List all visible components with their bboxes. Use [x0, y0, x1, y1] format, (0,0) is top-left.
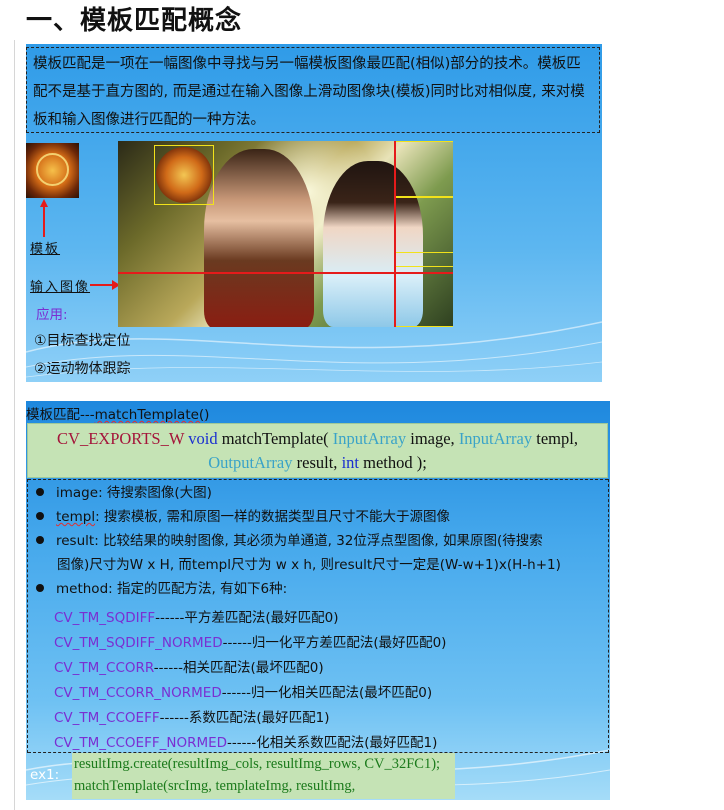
example-code: resultImg.create(resultImg_cols, resultI…: [72, 753, 455, 799]
method-item: CV_TM_SQDIFF------平方差匹配法(最好匹配0): [54, 606, 339, 626]
bullet-icon: [36, 512, 44, 520]
page-title: 一、模板匹配概念: [26, 6, 243, 36]
arrow-up-icon: [40, 199, 48, 237]
slide-title: 模板匹配---matchTemplate(): [26, 403, 209, 423]
scan-line-horizontal: [118, 272, 453, 274]
code-line: matchTemplate(srcImg, templateImg, resul…: [74, 778, 356, 794]
sig-type: InputArray: [458, 429, 533, 448]
method-item: CV_TM_CCORR------相关匹配法(最坏匹配0): [54, 656, 324, 676]
method-desc: ------平方差匹配法(最好匹配0): [155, 610, 339, 626]
method-desc: ------相关匹配法(最坏匹配0): [153, 660, 324, 676]
method-desc: ------归一化相关匹配法(最坏匹配0): [221, 685, 433, 701]
grid-box: [394, 141, 453, 197]
scene-figure-male: [204, 149, 314, 327]
application-heading: 应用:: [36, 307, 68, 323]
param-item: method: 指定的匹配方法, 有如下6种:: [36, 577, 287, 601]
param-name: templ: [56, 509, 96, 525]
match-box: [154, 145, 214, 205]
template-image: [26, 143, 79, 198]
slide-title-prefix: 模板匹配---: [26, 407, 95, 423]
input-image: [118, 141, 453, 327]
sig-type: OutputArray: [208, 453, 293, 472]
input-image-label: 输入图像: [30, 280, 91, 295]
method-item: CV_TM_CCOEFF------系数匹配法(最好匹配1): [54, 706, 329, 726]
bullet-icon: [36, 488, 44, 496]
method-item: CV_TM_SQDIFF_NORMED------归一化平方差匹配法(最好匹配0…: [54, 631, 446, 651]
concept-slide: 模板匹配是一项在一幅图像中寻找与另一幅模板图像最匹配(相似)部分的技术。模板匹配…: [26, 44, 602, 382]
method-name: CV_TM_SQDIFF: [54, 610, 156, 626]
grid-box: [394, 197, 453, 253]
code-line: resultImg.create(resultImg_cols, resultI…: [74, 756, 441, 772]
sig-exports: CV_EXPORTS_W: [57, 429, 185, 448]
bullet-icon: [36, 536, 44, 544]
grid-box: [394, 266, 453, 327]
sig-return-type: void: [188, 429, 218, 448]
param-desc-continued: 图像)尺寸为W x H, 而templ尺寸为 w x h, 则result尺寸一…: [57, 557, 561, 573]
method-item: CV_TM_CCORR_NORMED------归一化相关匹配法(最坏匹配0): [54, 681, 432, 701]
method-desc: ------归一化平方差匹配法(最好匹配0): [222, 635, 447, 651]
method-name: CV_TM_CCOEFF_NORMED: [54, 735, 228, 751]
sig-type: int: [341, 453, 359, 472]
example-label: ex1:: [30, 767, 60, 783]
scan-line-vertical: [394, 141, 396, 327]
sig-param: method );: [363, 453, 427, 472]
sig-type: InputArray: [332, 429, 407, 448]
method-name: CV_TM_CCOEFF: [54, 710, 160, 726]
method-item: CV_TM_CCOEFF_NORMED------化相关系数匹配法(最好匹配1): [54, 731, 437, 751]
intro-paragraph: 模板匹配是一项在一幅图像中寻找与另一幅模板图像最匹配(相似)部分的技术。模板匹配…: [26, 47, 600, 133]
param-item: templ: 搜索模板, 需和原图一样的数据类型且尺寸不能大于源图像: [36, 505, 450, 529]
sig-name: matchTemplate(: [221, 429, 329, 448]
param-item: image: 待搜索图像(大图): [36, 481, 212, 505]
parameter-list: image: 待搜索图像(大图) templ: 搜索模板, 需和原图一样的数据类…: [27, 479, 609, 753]
slide-title-function: matchTemplate(): [94, 407, 210, 423]
param-desc: : 指定的匹配方法, 有如下6种:: [108, 581, 288, 597]
method-desc: ------系数匹配法(最好匹配1): [159, 710, 330, 726]
bullet-icon: [36, 584, 44, 592]
template-label: 模板: [30, 242, 61, 257]
param-desc: : 待搜索图像(大图): [98, 485, 212, 501]
api-slide: 模板匹配---matchTemplate() CV_EXPORTS_W void…: [26, 401, 610, 800]
param-name: method: [56, 581, 109, 597]
page-margin-line: [14, 40, 15, 810]
application-item: ①目标查找定位: [34, 333, 131, 349]
param-name: image: [56, 485, 99, 501]
application-item: ②运动物体跟踪: [34, 361, 131, 377]
method-desc: ------化相关系数匹配法(最好匹配1): [227, 735, 438, 751]
divider: [28, 479, 608, 480]
sig-param: templ,: [536, 429, 578, 448]
arrow-right-icon: [90, 280, 120, 290]
param-desc: : 比较结果的映射图像, 其必须为单通道, 32位浮点型图像, 如果原图(待搜索: [94, 533, 543, 549]
param-item: result: 比较结果的映射图像, 其必须为单通道, 32位浮点型图像, 如果…: [36, 529, 561, 577]
method-name: CV_TM_CCORR: [54, 660, 154, 676]
sig-param: result,: [296, 453, 338, 472]
param-desc: : 搜索模板, 需和原图一样的数据类型且尺寸不能大于源图像: [95, 509, 450, 525]
sig-param: image,: [410, 429, 455, 448]
param-name: result: [56, 533, 95, 549]
method-name: CV_TM_SQDIFF_NORMED: [54, 635, 223, 651]
method-name: CV_TM_CCORR_NORMED: [54, 685, 222, 701]
function-signature: CV_EXPORTS_W void matchTemplate( InputAr…: [27, 423, 608, 478]
